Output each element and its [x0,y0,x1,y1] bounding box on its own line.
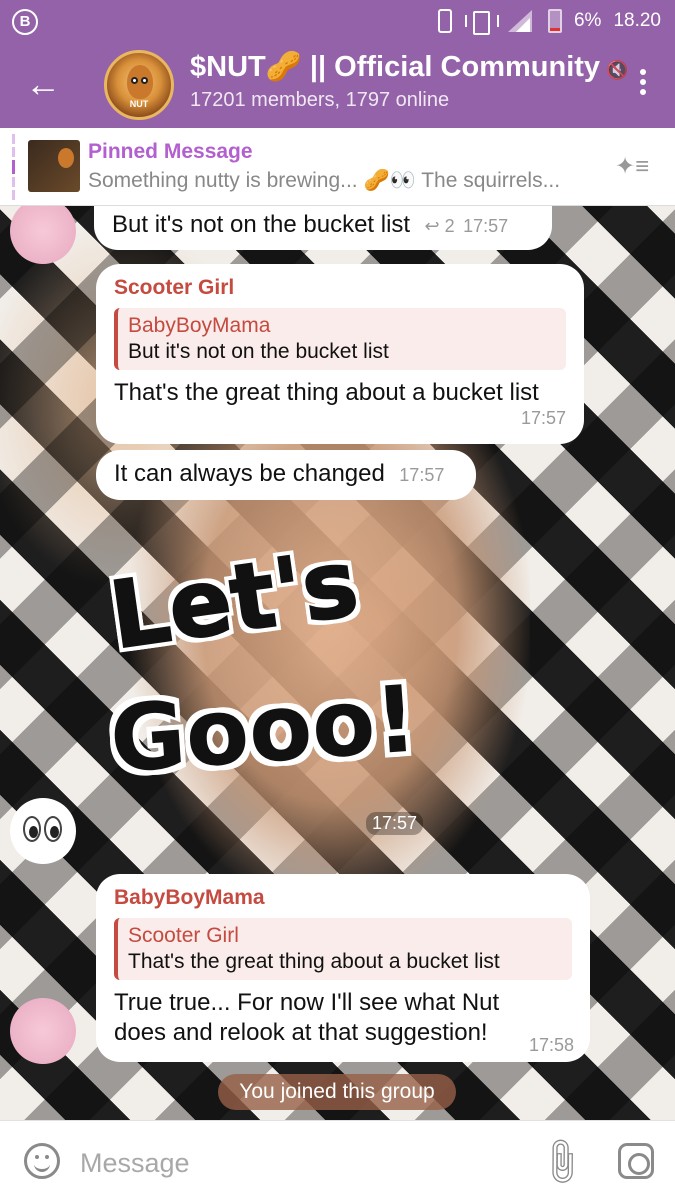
message-composer: 📎︎ [0,1120,675,1200]
pinned-thumbnail [28,140,80,192]
message-time: 17:57 [399,465,445,485]
battery-percent: 6% [573,10,602,31]
battery-icon [547,9,562,33]
pinned-title: Pinned Message [88,140,253,163]
member-count: 17201 members, 1797 online [190,89,450,111]
message-text: It can always be changed [114,460,385,487]
quote-text: That's the great thing about a bucket li… [128,950,500,973]
message-time: 17:58 [528,1035,574,1055]
message-text: That's the great thing about a bucket li… [114,379,539,406]
sticker-text: Gooo! [106,665,421,794]
reply-quote[interactable]: BabyBoyMama But it's not on the bucket l… [114,308,566,370]
status-icons: 6% 18.20 [437,8,661,35]
signal-icon [507,10,536,32]
message-bubble[interactable]: It can always be changed 17:57 [96,450,476,500]
pinned-indicator [12,134,16,200]
paperclip-icon[interactable]: 📎︎ [532,1133,589,1190]
reply-count[interactable]: ↩ 2 [425,216,455,236]
message-bubble[interactable]: BabyBoyMama Scooter Girl That's the grea… [96,874,590,1062]
back-arrow-icon[interactable]: ← [22,64,64,106]
status-bar: B 6% 18.20 [0,0,675,42]
pinned-text: Something nutty is brewing... 🥜👀 The squ… [88,169,561,192]
message-bubble[interactable]: Scooter Girl BabyBoyMama But it's not on… [96,264,584,444]
phone-icon [437,9,452,33]
eye-icon [23,816,41,842]
mascot-eye [131,77,138,84]
chat-area[interactable]: But it's not on the bucket list ↩ 2 17:5… [0,206,675,1120]
pinned-list-icon[interactable]: ✦≡ [615,152,655,182]
quote-text: But it's not on the bucket list [128,340,389,363]
eyes-avatar[interactable] [10,798,76,864]
avatar-label: NUT [129,99,149,109]
message-time: 17:57 [520,408,566,428]
pinned-message-bar[interactable]: Pinned Message Something nutty is brewin… [0,128,675,206]
muted-icon: 🔇 [606,60,629,80]
reply-quote[interactable]: Scooter Girl That's the great thing abou… [114,918,572,980]
eye-icon [44,816,62,842]
sticker-text: Let's [103,528,365,670]
group-title[interactable]: $NUT🥜 || Official Community 🔇 [190,50,628,84]
sender-name[interactable]: BabyBoyMama [114,886,572,910]
camera-icon[interactable] [618,1143,654,1179]
mascot-eye [141,77,148,84]
user-avatar[interactable] [10,998,76,1064]
chat-header: ← NUT $NUT🥜 || Official Community 🔇 17201… [0,42,675,128]
quote-sender: BabyBoyMama [128,314,271,337]
more-menu-icon[interactable] [633,66,653,104]
vibrate-icon [464,10,499,35]
clock: 18.20 [613,10,661,31]
message-bubble[interactable]: But it's not on the bucket list ↩ 2 17:5… [94,206,552,250]
group-avatar[interactable]: NUT [104,50,174,120]
sender-name[interactable]: Scooter Girl [114,276,566,300]
message-time: 17:57 [463,216,509,236]
service-message: You joined this group [218,1074,456,1110]
message-input[interactable] [80,1141,510,1185]
emoji-icon[interactable] [24,1143,60,1179]
user-avatar[interactable] [10,206,76,264]
lets-go-sticker[interactable]: Let's Gooo! [100,528,430,826]
message-time: 17:57 [366,812,424,835]
message-text: True true... For now I'll see what Nut d… [114,989,500,1046]
quote-sender: Scooter Girl [128,924,239,947]
group-title-text: $NUT🥜 || Official Community [190,51,601,83]
b-badge-icon: B [12,9,38,35]
message-text: But it's not on the bucket list [112,211,411,238]
